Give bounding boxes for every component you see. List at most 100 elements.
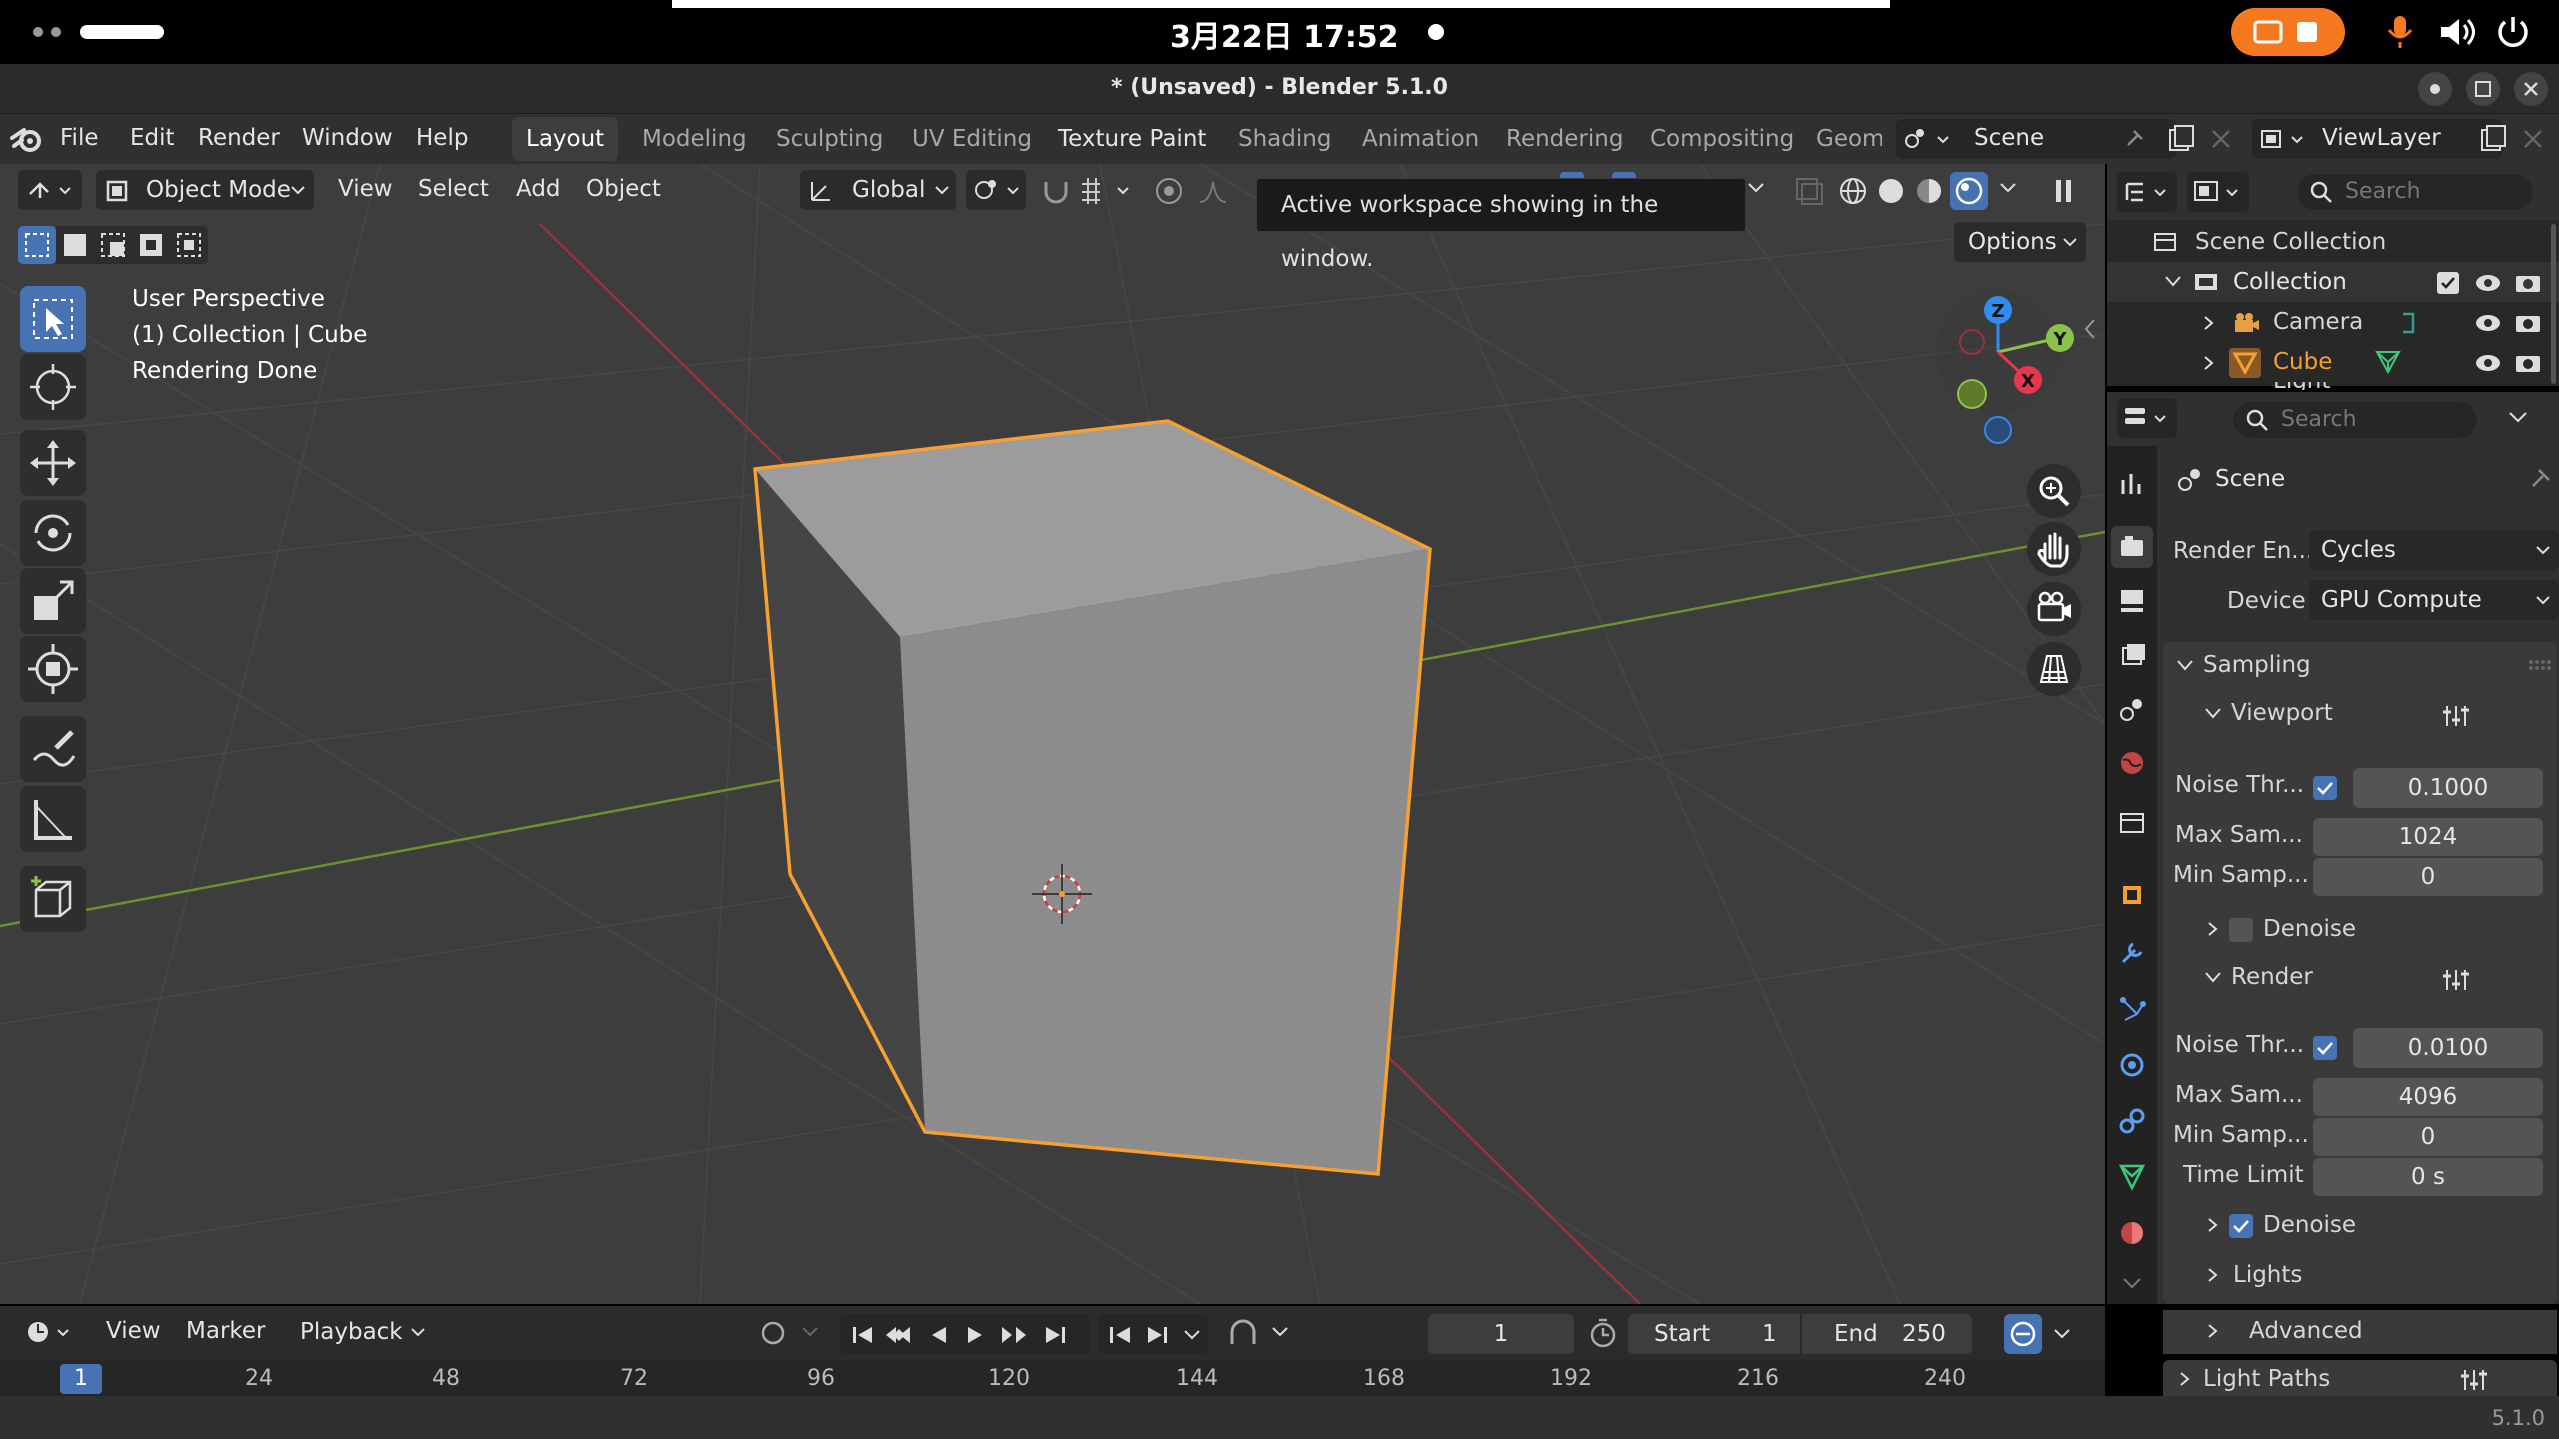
tab-compositing[interactable]: Compositing (1636, 117, 1808, 161)
r-max-field[interactable]: 4096 (2313, 1078, 2543, 1116)
select-intersect-icon[interactable] (170, 226, 208, 264)
light-paths-panel-header[interactable]: Light Paths (2163, 1360, 2557, 1396)
collection-exclude-checkbox[interactable] (2437, 272, 2459, 294)
delete-view-layer-icon[interactable] (2516, 122, 2550, 156)
outliner-row-light[interactable]: Light (2107, 382, 2559, 390)
xray-toggle-icon[interactable] (1792, 174, 1826, 208)
tab-geometry-nodes[interactable]: Geom (1802, 117, 1882, 161)
power-icon[interactable] (2495, 14, 2531, 50)
lights-subpanel-header[interactable]: Lights (2163, 1254, 2557, 1298)
options-dropdown[interactable]: Options (1954, 222, 2086, 262)
pan-hand-icon[interactable] (2027, 522, 2081, 576)
editor-type-button[interactable] (18, 170, 82, 210)
blender-logo-icon[interactable] (10, 124, 46, 154)
new-scene-icon[interactable] (2164, 122, 2198, 156)
cursor-tool[interactable] (20, 354, 86, 420)
proportional-edit-icon[interactable] (1152, 174, 1186, 208)
overlay-dropdown-icon[interactable] (1746, 178, 1766, 198)
menu-help[interactable]: Help (416, 125, 468, 151)
close-window-button[interactable] (2514, 72, 2548, 106)
select-invert-icon[interactable] (132, 226, 170, 264)
new-view-layer-icon[interactable] (2476, 122, 2510, 156)
vp-denoise-checkbox[interactable] (2229, 918, 2253, 942)
current-frame-indicator[interactable]: 1 (60, 1364, 102, 1394)
properties-search-field[interactable]: Search (2233, 402, 2477, 438)
tab-rendering[interactable]: Rendering (1492, 117, 1637, 161)
outliner-row-camera[interactable]: Camera (2107, 302, 2559, 342)
snap-timeline-icon[interactable] (1226, 1316, 1260, 1350)
transform-tool[interactable] (20, 636, 86, 702)
timeline-menu-view[interactable]: View (106, 1318, 161, 1344)
tab-sculpting[interactable]: Sculpting (762, 117, 897, 161)
sampling-header[interactable]: Sampling (2163, 642, 2557, 688)
measure-tool[interactable] (20, 786, 86, 852)
sync-mode-button[interactable] (2004, 1314, 2042, 1354)
ortho-grid-icon[interactable] (2027, 642, 2081, 696)
timeline-menu-marker[interactable]: Marker (186, 1318, 266, 1344)
preview-range-icon[interactable] (1586, 1316, 1620, 1350)
collapse-sidebar-icon[interactable] (2080, 314, 2100, 344)
menu-render[interactable]: Render (198, 125, 280, 151)
outliner-row-scene-collection[interactable]: Scene Collection (2107, 222, 2559, 262)
solid-shading-icon[interactable] (1874, 174, 1908, 208)
vp-min-field[interactable]: 0 (2313, 858, 2543, 896)
vp-max-field[interactable]: 1024 (2313, 818, 2543, 856)
rendered-shading-icon[interactable] (1950, 172, 1988, 210)
r-denoise-row[interactable]: Denoise (2163, 1204, 2557, 1248)
select-new-icon[interactable] (18, 226, 56, 264)
render-tab-icon[interactable] (2111, 526, 2153, 568)
r-noise-field[interactable]: 0.0100 (2353, 1028, 2543, 1068)
navigation-gizmo[interactable]: Z Y X (1910, 284, 2080, 444)
tab-animation[interactable]: Animation (1348, 117, 1493, 161)
end-frame-field[interactable]: End 250 (1802, 1314, 1972, 1354)
snap-timeline-dropdown-icon[interactable] (1270, 1322, 1290, 1342)
tab-uv-editing[interactable]: UV Editing (898, 117, 1046, 161)
advanced-row[interactable]: Advanced (2163, 1310, 2557, 1354)
auto-keying-icon[interactable] (756, 1318, 790, 1348)
select-box-tool[interactable] (20, 286, 86, 352)
outliner-scrollbar[interactable] (2551, 224, 2556, 384)
transform-orientation-dropdown[interactable]: Global (800, 170, 956, 210)
screen-cast-button[interactable] (2231, 8, 2345, 56)
zoom-icon[interactable] (2027, 464, 2081, 518)
r-denoise-checkbox[interactable] (2229, 1214, 2253, 1238)
annotate-tool[interactable] (20, 716, 86, 782)
minimize-button[interactable] (2418, 72, 2452, 106)
properties-editor-type[interactable] (2117, 398, 2177, 438)
camera-view-icon[interactable] (2027, 582, 2081, 636)
pivot-point-dropdown[interactable] (966, 170, 1026, 210)
tab-texture-paint[interactable]: Texture Paint (1044, 117, 1220, 161)
outliner-editor-type[interactable] (2117, 172, 2177, 212)
keying-dropdown-icon[interactable] (800, 1322, 820, 1342)
r-time-field[interactable]: 0 s (2313, 1158, 2543, 1196)
frame-ruler[interactable]: 1 24 48 72 96 120 144 168 192 216 240 (0, 1360, 2105, 1396)
select-subtract-icon[interactable] (94, 226, 132, 264)
sync-dropdown-icon[interactable] (2052, 1324, 2072, 1344)
rotate-tool[interactable] (20, 500, 86, 566)
3d-viewport[interactable]: Object Mode View Select Add Object Globa… (0, 164, 2105, 1304)
viewport-menu-add[interactable]: Add (516, 176, 561, 202)
snap-target-dropdown[interactable] (1078, 174, 1140, 208)
viewport-menu-view[interactable]: View (338, 176, 393, 202)
display-mode-dropdown[interactable] (2187, 172, 2249, 212)
render-subpanel-header[interactable]: Render (2163, 956, 2557, 1000)
falloff-icon[interactable] (1196, 174, 1230, 208)
current-frame-field[interactable]: 1 (1428, 1314, 1574, 1354)
r-min-field[interactable]: 0 (2313, 1118, 2543, 1156)
playback-dropdown[interactable]: Playback (286, 1312, 434, 1352)
start-frame-field[interactable]: Start 1 (1628, 1314, 1800, 1354)
viewport-subpanel-header[interactable]: Viewport (2163, 692, 2557, 736)
view-layer-selector[interactable]: ViewLayer (2252, 119, 2502, 159)
device-dropdown[interactable]: GPU Compute (2309, 580, 2559, 620)
volume-icon[interactable] (2437, 16, 2477, 48)
menu-window[interactable]: Window (302, 125, 393, 151)
scene-selector[interactable]: Scene (1896, 119, 2176, 159)
vp-noise-field[interactable]: 0.1000 (2353, 768, 2543, 808)
delete-scene-icon[interactable] (2204, 122, 2238, 156)
maximize-button[interactable] (2466, 72, 2500, 106)
snap-icon[interactable] (1040, 176, 1074, 206)
menu-edit[interactable]: Edit (130, 125, 175, 151)
outliner-search-field[interactable]: Search (2297, 174, 2533, 210)
r-noise-checkbox[interactable] (2313, 1036, 2337, 1060)
viewport-menu-select[interactable]: Select (418, 176, 489, 202)
